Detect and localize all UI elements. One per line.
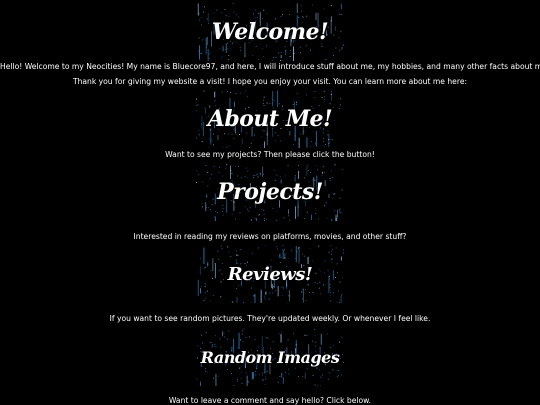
- random-images-label: Random Images: [200, 347, 340, 367]
- welcome-title: Welcome!: [211, 19, 329, 45]
- welcome-banner: Welcome!: [196, 3, 344, 61]
- reviews-caption: If you want to see random pictures. They…: [109, 314, 431, 323]
- random-images-button[interactable]: Random Images: [196, 328, 344, 386]
- page: Welcome! Hello! Welcome to my Neocities!…: [0, 0, 540, 405]
- about-me-button[interactable]: About Me!: [196, 90, 344, 148]
- projects-label: Projects!: [217, 179, 323, 205]
- reviews-button[interactable]: Reviews!: [196, 245, 344, 303]
- reviews-label: Reviews!: [227, 263, 313, 285]
- thanks-text: Thank you for giving my website a visit!…: [72, 77, 468, 86]
- random-images-caption: Want to leave a comment and say hello? C…: [168, 396, 372, 405]
- projects-button[interactable]: Projects!: [196, 163, 344, 221]
- projects-caption: Interested in reading my reviews on plat…: [133, 232, 407, 241]
- about-me-label: About Me!: [207, 106, 333, 132]
- about-caption: Want to see my projects? Then please cli…: [165, 150, 375, 159]
- intro-text: Hello! Welcome to my Neocities! My name …: [0, 62, 540, 71]
